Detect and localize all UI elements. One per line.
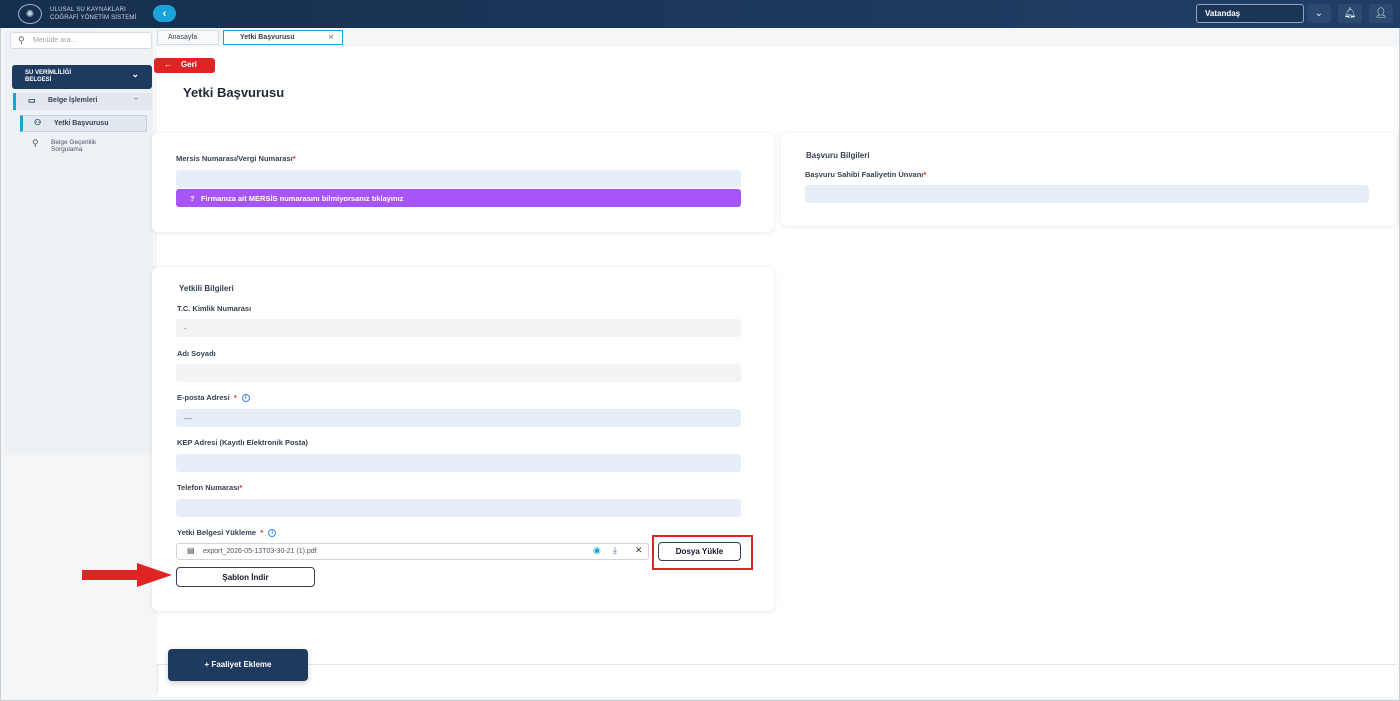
tab-label: Yetki Başvurusu xyxy=(240,34,295,41)
upload-file-button-label: Dosya Yükle xyxy=(675,547,724,556)
download-template-button[interactable]: Şablon İndir xyxy=(176,567,315,587)
sidebar-item-label: Yetki Başvurusu xyxy=(54,120,109,127)
phone-label: Telefon Numarası* xyxy=(177,483,243,492)
upload-file-button[interactable]: Dosya Yükle xyxy=(658,542,741,561)
module-selector[interactable]: SU VERİMLİLİĞİ BELGESİ ⌄ xyxy=(12,65,152,89)
tab-label: Anasayfa xyxy=(168,34,198,41)
download-icon[interactable]: ⤓ xyxy=(613,545,617,556)
user-icon[interactable]: 👤︎ xyxy=(1369,4,1393,23)
tc-value: - xyxy=(184,324,187,333)
add-activity-label: + Faaliyet Ekleme xyxy=(204,660,272,669)
menu-search-input[interactable]: ⚲ Menüde ara... xyxy=(10,32,152,49)
email-value: — xyxy=(184,414,192,423)
eye-icon[interactable]: ◉ xyxy=(593,545,601,556)
sidebar-item-label: Belge Geçerlilik xyxy=(51,139,97,146)
kep-input[interactable] xyxy=(176,454,741,472)
sidebar-item-yetki-basvurusu[interactable]: ⚇ Yetki Başvurusu xyxy=(20,115,147,132)
application-card xyxy=(781,133,1397,226)
uploaded-file-row: ▤ export_2026-05-13T03-30-21 (1).pdf ◉ ⤓… xyxy=(176,543,649,560)
download-template-label: Şablon İndir xyxy=(222,573,269,582)
sidebar-group-belge-islemleri[interactable]: ▭ Belge İşlemleri – xyxy=(13,93,152,110)
logo-line-2: COĞRAFİ YÖNETİM SİSTEMİ xyxy=(50,15,137,21)
mersis-input[interactable] xyxy=(176,170,741,188)
back-button-label: Geri xyxy=(180,60,197,69)
sidebar-collapse-button[interactable]: ‹ xyxy=(153,5,176,22)
sidebar-item-label: Sorgulama xyxy=(51,146,83,153)
logo-emblem-icon: ✺ xyxy=(18,4,42,24)
chevron-icon: – xyxy=(134,96,138,103)
top-header: ✺ ULUSAL SU KAYNAKLARI COĞRAFİ YÖNETİM S… xyxy=(0,0,1400,28)
sidebar-group-label: Belge İşlemleri xyxy=(48,97,98,104)
mersis-help-text: Firmanıza ait MERSİS numarasını bilmiyor… xyxy=(200,194,404,203)
app-logo-text: ULUSAL SU KAYNAKLARI COĞRAFİ YÖNETİM SİS… xyxy=(50,6,137,22)
role-select-value: Vatandaş xyxy=(1205,9,1241,18)
document-icon: ▭ xyxy=(28,96,36,105)
chevron-down-icon[interactable]: ⌄ xyxy=(1307,4,1331,23)
question-icon: ? xyxy=(190,194,195,203)
application-section-title: Başvuru Bilgileri xyxy=(806,151,870,160)
page-title: Yetki Başvurusu xyxy=(183,85,285,100)
owner-title-input[interactable] xyxy=(805,185,1369,203)
sidebar-item-belge-gecerlilik[interactable]: ⚲ Belge Geçerlilik Sorgulama xyxy=(20,138,147,160)
email-label: E-posta Adresi * i xyxy=(177,393,250,403)
tab-yetki-basvurusu[interactable]: Yetki Başvurusu × xyxy=(223,30,343,45)
authorized-section-title: Yetkili Bilgileri xyxy=(179,284,234,293)
search-icon: ⚲ xyxy=(32,138,39,148)
red-arrow-annotation xyxy=(82,563,172,587)
owner-title-label: Başvuru Sahibi Faaliyetin Ünvanı* xyxy=(805,170,927,179)
upload-label: Yetki Belgesi Yükleme * i xyxy=(177,528,277,538)
tc-input: - xyxy=(176,319,741,337)
user-icon: ⚇ xyxy=(34,118,42,127)
mersis-label: Mersis Numarası/Vergi Numarası* xyxy=(176,154,296,163)
bell-icon[interactable]: 🔔︎ xyxy=(1338,4,1362,23)
kep-label: KEP Adresi (Kayıtlı Elektronik Posta) xyxy=(177,438,308,447)
add-activity-button[interactable]: + Faaliyet Ekleme xyxy=(168,649,308,681)
info-icon: i xyxy=(241,394,250,403)
uploaded-file-name: export_2026-05-13T03-30-21 (1).pdf xyxy=(203,548,317,555)
tab-anasayfa[interactable]: Anasayfa xyxy=(157,30,219,45)
email-input[interactable]: — xyxy=(176,409,741,427)
name-input xyxy=(176,364,741,382)
chevron-down-icon: ⌄ xyxy=(131,69,139,79)
close-icon[interactable]: × xyxy=(328,32,334,43)
file-icon: ▤ xyxy=(187,546,195,555)
info-icon: i xyxy=(268,529,277,538)
tc-label: T.C. Kimlik Numarası xyxy=(177,304,252,313)
logo-line-1: ULUSAL SU KAYNAKLARI xyxy=(50,7,127,13)
mersis-help-button[interactable]: ? Firmanıza ait MERSİS numarasını bilmiy… xyxy=(176,189,741,207)
search-icon: ⚲ xyxy=(18,35,25,45)
phone-input[interactable] xyxy=(176,499,741,517)
back-button[interactable]: ← Geri xyxy=(154,58,215,73)
name-label: Adı Soyadı xyxy=(177,349,216,358)
role-select[interactable]: Vatandaş xyxy=(1196,4,1304,23)
bottom-bar xyxy=(157,664,1397,694)
close-icon[interactable]: ✕ xyxy=(635,545,643,556)
menu-search-placeholder: Menüde ara... xyxy=(33,37,77,44)
